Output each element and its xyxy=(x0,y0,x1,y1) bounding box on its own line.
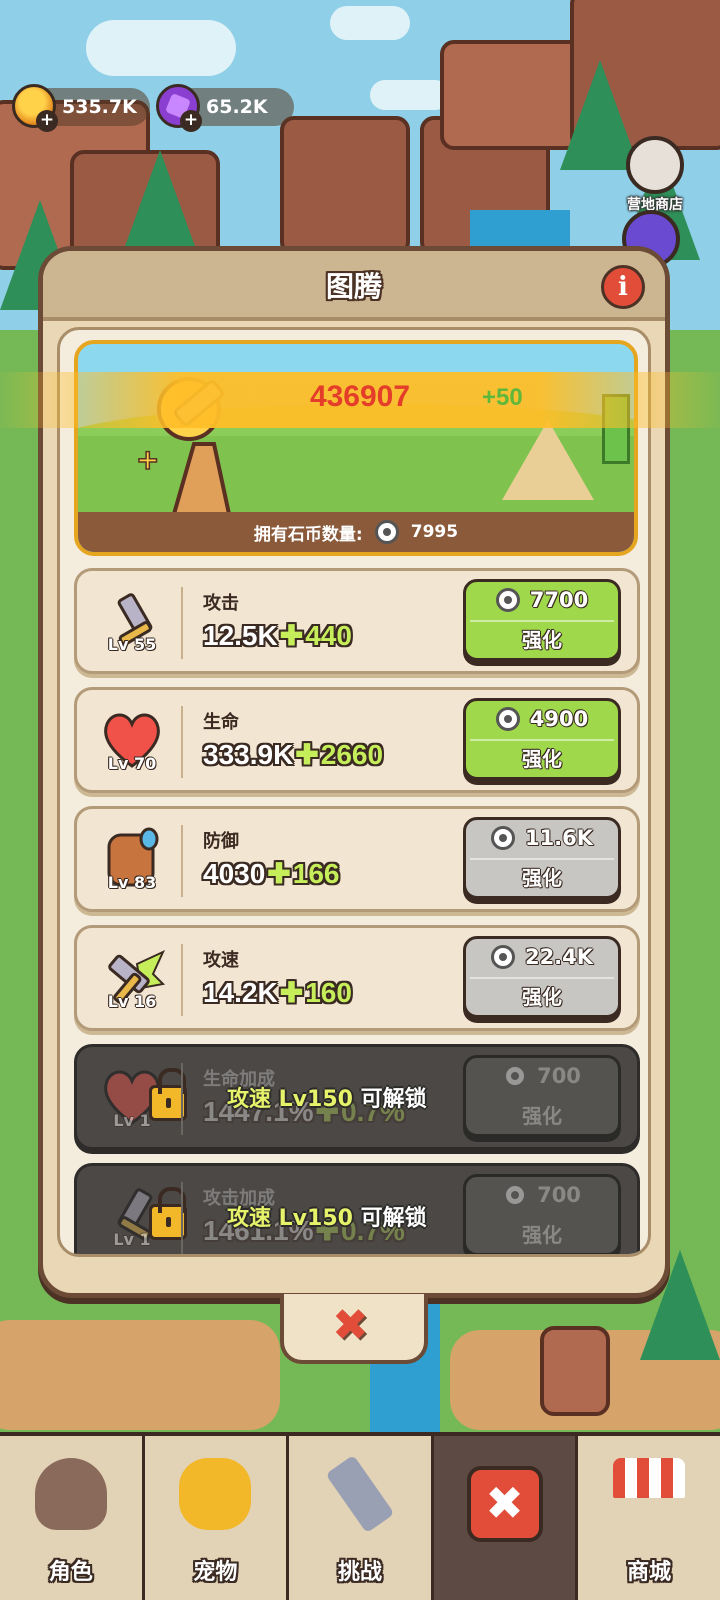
upgrade-cost: 7700 xyxy=(529,588,589,612)
stat-row-attack: Lv 55 攻击 12.5K✚440 7700 强化 xyxy=(74,568,640,674)
nav-pet[interactable]: 宠物 xyxy=(144,1436,290,1600)
close-icon: ✖ xyxy=(332,1300,369,1351)
nav-label: 宠物 xyxy=(193,1560,238,1585)
nav-challenge[interactable]: 挑战 xyxy=(289,1436,434,1600)
upgrade-attack-speed-button[interactable]: 22.4K 强化 xyxy=(463,936,621,1018)
upgrade-defense-button[interactable]: 11.6K 强化 xyxy=(463,817,621,899)
stat-row-defense: Lv 83 防御 4030✚166 11.6K 强化 xyxy=(74,806,640,912)
stat-name: 攻速 xyxy=(203,950,239,971)
stat-name: 防御 xyxy=(203,831,239,852)
modal-title: 图腾 xyxy=(325,270,382,303)
upgrade-label: 强化 xyxy=(522,1223,562,1247)
stat-row-health-bonus-locked: Lv 1 生命加成 1447.1%✚0.7% 攻速 Lv150 可解锁 700 … xyxy=(74,1044,640,1150)
score-delta: +50 xyxy=(482,384,523,411)
upgrade-cost: 11.6K xyxy=(524,826,594,850)
challenge-icon xyxy=(325,1454,395,1534)
nav-label: 角色 xyxy=(48,1560,93,1585)
add-gem-icon[interactable]: + xyxy=(180,110,202,132)
close-icon: ✖ xyxy=(466,1466,543,1542)
add-gold-icon[interactable]: + xyxy=(36,110,58,132)
character-icon xyxy=(34,1458,107,1530)
stone-coin-icon xyxy=(374,520,399,544)
upgrade-cost: 700 xyxy=(537,1183,581,1207)
unlock-text: 可解锁 xyxy=(360,1206,427,1231)
unlock-stat: 攻速 Lv150 xyxy=(227,1206,353,1231)
nav-label: 商城 xyxy=(627,1560,672,1585)
owned-value: 7995 xyxy=(410,522,459,542)
pet-icon xyxy=(179,1458,252,1530)
stat-name: 攻击 xyxy=(203,593,239,614)
totem-score: 436907 xyxy=(309,380,411,413)
nav-character[interactable]: 角色 xyxy=(0,1436,145,1600)
stat-value: 14.2K xyxy=(203,977,278,1008)
level-label: Lv 55 xyxy=(107,635,157,654)
upgrade-attack-bonus-button[interactable]: 700 强化 xyxy=(463,1174,621,1254)
gold-currency[interactable]: + 535.7K xyxy=(12,84,150,132)
stat-values: 333.9K✚2660 xyxy=(203,739,384,770)
stat-values: 4030✚166 xyxy=(203,858,340,889)
upgrade-health-button[interactable]: 4900 强化 xyxy=(463,698,621,780)
stat-row-attack-bonus-locked: Lv 1 攻击加成 1461.1%✚0.7% 攻速 Lv150 可解锁 700 … xyxy=(74,1163,640,1254)
close-modal-button[interactable]: ✖ xyxy=(280,1294,428,1364)
gold-amount: 535.7K xyxy=(62,96,137,118)
stone-coin-icon xyxy=(490,826,515,850)
upgrade-cost: 700 xyxy=(537,1064,581,1088)
unlock-requirement: 攻速 Lv150 可解锁 xyxy=(227,1200,427,1232)
shop-icon xyxy=(626,136,684,194)
stat-row-attack-speed: Lv 16 攻速 14.2K✚160 22.4K 强化 xyxy=(74,925,640,1031)
upgrade-label: 强化 xyxy=(522,747,562,771)
stat-name: 生命 xyxy=(203,712,239,733)
level-label: Lv 83 xyxy=(107,873,157,892)
upgrade-label: 强化 xyxy=(522,866,562,890)
upgrade-cost: 22.4K xyxy=(524,945,594,969)
store-icon xyxy=(613,1458,686,1498)
gem-currency[interactable]: + 65.2K xyxy=(156,84,294,132)
nav-close[interactable]: ✖ xyxy=(433,1436,579,1600)
upgrade-health-bonus-button[interactable]: 700 强化 xyxy=(463,1055,621,1137)
bottom-nav: 角色 宠物 挑战 ✖ 商城 xyxy=(0,1432,720,1600)
stat-bonus: 160 xyxy=(305,977,352,1008)
tent-illustration xyxy=(502,420,594,500)
gem-amount: 65.2K xyxy=(206,96,268,118)
stone-coin-icon xyxy=(490,945,515,969)
stat-value: 333.9K xyxy=(203,739,294,770)
nav-label: 挑战 xyxy=(337,1560,382,1585)
stat-values: 12.5K✚440 xyxy=(203,620,352,651)
stat-values: 14.2K✚160 xyxy=(203,977,352,1008)
owned-label: 拥有石币数量: xyxy=(253,524,363,545)
modal-content: + 拥有石币数量: 7995 Lv 55 攻击 12.5K✚440 7700 强… xyxy=(57,327,651,1257)
stat-value: 12.5K xyxy=(203,620,278,651)
upgrade-cost: 4900 xyxy=(529,707,589,731)
upgrade-label: 强化 xyxy=(522,985,562,1009)
stat-bonus: 440 xyxy=(305,620,352,651)
camp-shop-button[interactable]: 营地商店 xyxy=(626,136,684,214)
stat-row-health: Lv 70 生命 333.9K✚2660 4900 强化 xyxy=(74,687,640,793)
stat-bonus: 166 xyxy=(292,858,340,889)
unlock-text: 可解锁 xyxy=(360,1087,427,1112)
svg-text:+: + xyxy=(136,443,159,476)
upgrade-attack-button[interactable]: 7700 强化 xyxy=(463,579,621,661)
level-label: Lv 70 xyxy=(107,754,157,773)
stone-coin-icon xyxy=(503,1064,528,1088)
upgrade-label: 强化 xyxy=(522,1104,562,1128)
info-icon[interactable]: i xyxy=(601,265,645,309)
modal-header: 图腾 i xyxy=(43,251,665,321)
nav-store[interactable]: 商城 xyxy=(578,1436,720,1600)
stone-coin-icon xyxy=(495,707,520,731)
owned-stone-coins: 拥有石币数量: 7995 xyxy=(78,512,634,552)
unlock-requirement: 攻速 Lv150 可解锁 xyxy=(227,1081,427,1113)
stone-coin-icon xyxy=(503,1183,528,1207)
level-label: Lv 16 xyxy=(107,992,157,1011)
stat-value: 4030 xyxy=(203,858,266,889)
stone-coin-icon xyxy=(495,588,520,612)
upgrade-label: 强化 xyxy=(522,628,562,652)
unlock-stat: 攻速 Lv150 xyxy=(227,1087,353,1112)
stat-bonus: 2660 xyxy=(320,739,384,770)
